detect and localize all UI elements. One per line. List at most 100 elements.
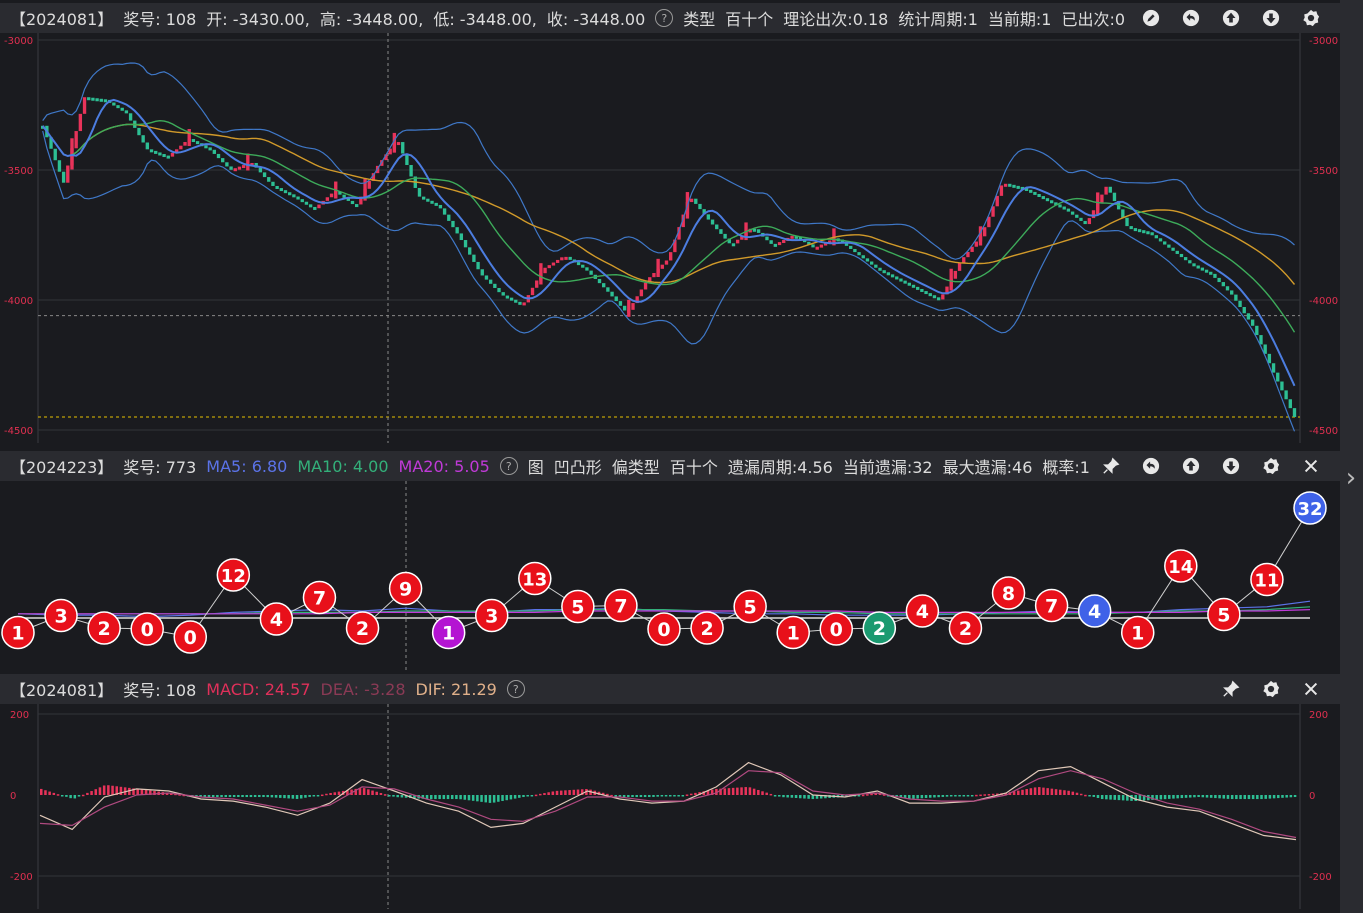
candle	[777, 242, 782, 246]
ball-label: 0	[657, 619, 670, 641]
settings-icon[interactable]	[1260, 678, 1282, 700]
down-icon[interactable]	[1220, 455, 1242, 477]
macd-bar	[1067, 790, 1070, 795]
macd-bar	[769, 793, 773, 796]
macd-chart[interactable]: 200 200 0 0 -200 -200	[0, 704, 1340, 909]
candlestick-chart[interactable]: -3000 -3000 -3500 -3500 -4000 -4000 -4500 -4500	[0, 33, 1340, 443]
down-icon[interactable]	[1260, 7, 1282, 29]
candle	[865, 258, 870, 262]
omission-ball: 0	[130, 612, 164, 646]
pin-icon[interactable]	[1100, 455, 1122, 477]
macd-bar	[1239, 795, 1242, 800]
macd-bar	[975, 794, 978, 797]
macd-bar	[98, 787, 102, 795]
macd-panel[interactable]: 200 200 0 0 -200 -200	[0, 704, 1340, 909]
candle	[1221, 282, 1225, 287]
edit-icon[interactable]	[1140, 7, 1162, 29]
candle	[1154, 235, 1159, 239]
macd-bar	[534, 794, 538, 797]
candle	[304, 201, 309, 205]
ball-label: 4	[1088, 601, 1101, 623]
candle	[1158, 238, 1163, 242]
candle	[1175, 250, 1179, 254]
candle	[212, 149, 217, 154]
macd-bar	[991, 793, 995, 796]
up-icon[interactable]	[1180, 455, 1202, 477]
y-tick-label: 0	[1309, 791, 1315, 802]
candle	[1217, 277, 1221, 283]
close-icon[interactable]	[1300, 455, 1322, 477]
candle	[1225, 286, 1230, 291]
candle	[999, 185, 1004, 196]
candle	[518, 301, 522, 305]
omission-chart[interactable]: 132 0 012472913135 70 251 0 24287 411451132	[0, 481, 1340, 671]
close-icon[interactable]	[1300, 678, 1322, 700]
help-icon[interactable]: ?	[499, 457, 518, 475]
omission-ball: 13	[518, 561, 552, 596]
candle	[983, 227, 987, 237]
help-icon[interactable]: ?	[506, 680, 525, 698]
macd-bar	[249, 795, 253, 798]
candlestick-panel[interactable]: -3000 -3000 -3500 -3500 -4000 -4000 -4500 -4500	[0, 33, 1340, 443]
macd-bar	[1088, 795, 1091, 797]
macd-bar	[1071, 791, 1075, 795]
candle	[91, 97, 95, 101]
candle	[547, 265, 551, 269]
pin-icon[interactable]	[1220, 678, 1242, 700]
macd-bar	[920, 795, 924, 799]
macd-bar	[958, 795, 961, 797]
macd-bar	[1188, 795, 1192, 798]
panel1-header: 【2024081】 奖号: 108 开: -3430.00, 高: -3448.…	[0, 3, 1340, 33]
macd-bar	[1201, 795, 1205, 798]
up-icon[interactable]	[1220, 7, 1242, 29]
macd-bar	[559, 790, 563, 795]
candle	[1100, 194, 1104, 203]
candle	[1238, 300, 1242, 308]
macd-bar	[258, 795, 261, 798]
expand-arrow-icon[interactable]: ›	[1341, 463, 1361, 493]
candle	[162, 154, 166, 158]
candle	[1183, 257, 1188, 261]
settings-icon[interactable]	[1260, 455, 1282, 477]
macd-bar	[1247, 795, 1251, 800]
candle	[480, 269, 484, 276]
candle	[949, 268, 953, 291]
candle	[543, 267, 547, 274]
candle	[216, 153, 221, 159]
candle	[589, 270, 593, 275]
ball-label: 14	[1168, 557, 1193, 578]
settings-icon[interactable]	[1300, 7, 1322, 29]
macd-bar	[325, 793, 328, 796]
omission-ball: 5	[561, 589, 595, 624]
macd-bar	[664, 795, 668, 797]
ball-label: 1	[442, 623, 455, 645]
undo-icon[interactable]	[1180, 7, 1202, 29]
panel2-ma5: MA5: 6.80	[206, 456, 288, 476]
candle	[1188, 260, 1192, 264]
candle	[1200, 267, 1205, 271]
candle	[283, 190, 288, 194]
macd-bar	[773, 795, 777, 797]
candle	[765, 236, 769, 241]
candle	[459, 233, 464, 241]
macd-bar	[211, 795, 215, 798]
macd-bar	[392, 795, 395, 797]
macd-bar	[652, 795, 655, 797]
omission-ball: 1	[1120, 615, 1155, 650]
ball-label: 7	[614, 596, 627, 618]
ball-label: 5	[571, 597, 584, 619]
panel3-award: 奖号: 108	[123, 681, 197, 700]
omission-ball: 32	[1293, 491, 1327, 525]
omission-panel[interactable]: 1 3 2 0 0 12 4 7 2 9 1 3 13 5 7 0 2 5 1 0 2 4 2 8 7 4 1 14 5 11 32	[0, 481, 1340, 671]
candle	[1070, 211, 1075, 215]
candle	[78, 113, 83, 132]
macd-bar	[396, 795, 399, 798]
panel3-dea: DEA: -3.28	[321, 680, 406, 699]
candle	[618, 301, 623, 306]
undo-icon[interactable]	[1140, 455, 1162, 477]
candle	[1087, 218, 1092, 225]
macd-bar	[1214, 795, 1217, 799]
macd-bar	[551, 791, 555, 795]
candle	[576, 262, 581, 266]
help-icon[interactable]: ?	[655, 9, 674, 27]
